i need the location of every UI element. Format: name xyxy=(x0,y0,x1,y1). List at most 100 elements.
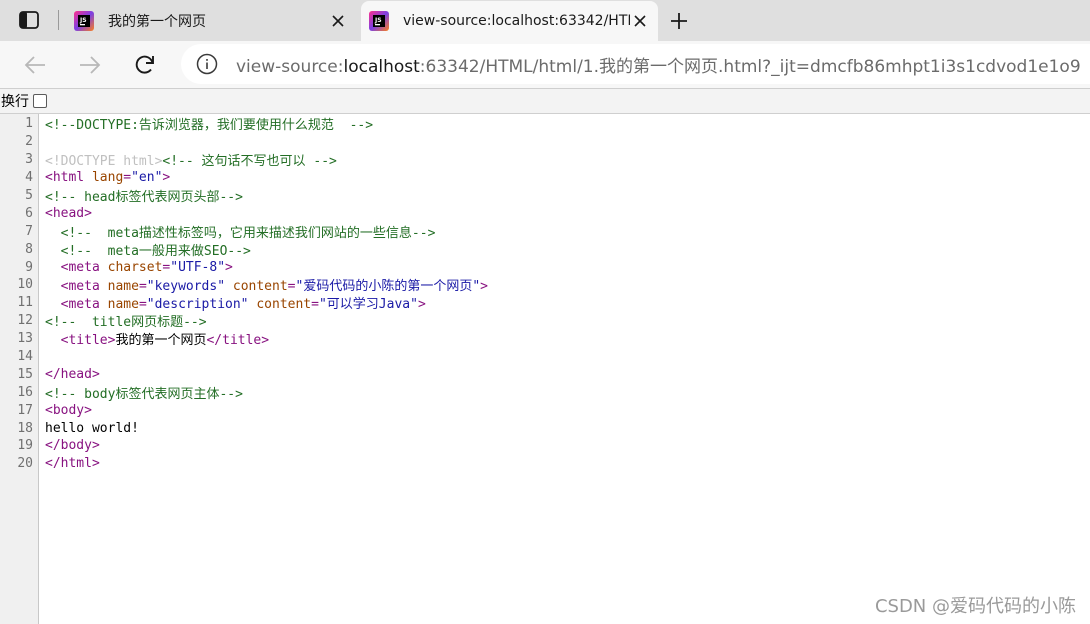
source-line: 8 <!-- meta一般用来做SEO--> xyxy=(0,240,1090,259)
attribute-value: "keywords" xyxy=(146,279,226,295)
back-arrow-icon xyxy=(24,56,45,74)
close-tab-button[interactable] xyxy=(328,11,348,31)
source-line: 10 <meta name="keywords" content="爱码代码的小… xyxy=(0,276,1090,294)
line-number: 15 xyxy=(17,366,33,382)
info-icon[interactable] xyxy=(196,53,218,75)
line-wrap-bar: 换行 xyxy=(0,88,1090,114)
tag: </body> xyxy=(45,438,100,454)
reload-button[interactable] xyxy=(131,51,159,79)
url-path: :63342/HTML/html/1.我的第一个网页.html?_ijt=dmc… xyxy=(419,56,1081,77)
attribute-name: name xyxy=(107,279,139,295)
line-number: 9 xyxy=(25,259,33,275)
source-line: 12 <!-- title网页标题--> xyxy=(0,312,1090,330)
tag: </html> xyxy=(45,456,100,472)
line-number: 5 xyxy=(25,188,33,203)
back-button[interactable] xyxy=(21,51,49,79)
attribute-name: name xyxy=(107,297,139,313)
doctype: <!DOCTYPE html> xyxy=(45,154,163,170)
tag: </title> xyxy=(206,333,270,349)
tag: <head> xyxy=(45,205,92,221)
comment: <!-- meta描述性标签吗，它用来描述我们网站的一些信息--> xyxy=(45,225,436,241)
tab-title: view-source:localhost:63342/HTML xyxy=(403,13,630,29)
source-line: 20 </html> xyxy=(0,455,1090,473)
source-line: 15 </head> xyxy=(0,365,1090,383)
tag: <meta xyxy=(45,259,108,275)
equals: = xyxy=(138,297,147,313)
tag: > xyxy=(225,259,233,275)
tab-inactive[interactable]: JS 我的第一个网页 xyxy=(66,0,356,41)
tag: > xyxy=(417,297,426,313)
line-wrap-label: 换行 xyxy=(1,94,29,110)
tab-separator xyxy=(58,10,59,30)
close-icon xyxy=(634,15,646,27)
equals: = xyxy=(138,279,147,295)
line-number: 19 xyxy=(17,438,33,454)
equals: = xyxy=(287,279,296,295)
source-line: 6 <head> xyxy=(0,204,1090,222)
comment: <!-- meta一般用来做SEO--> xyxy=(45,243,251,259)
comment: <!-- head标签代表网页头部--> xyxy=(45,190,243,206)
line-number: 14 xyxy=(17,349,33,365)
jetbrains-icon: JS xyxy=(74,10,94,31)
source-line: 16 <!-- body标签代表网页主体--> xyxy=(0,383,1090,402)
svg-text:JS: JS xyxy=(79,17,87,24)
tag: <html xyxy=(45,170,92,186)
source-line: 1 <!--DOCTYPE:告诉浏览器，我们要使用什么规范 --> xyxy=(0,115,1090,133)
line-number: 4 xyxy=(25,170,33,186)
line-number: 1 xyxy=(25,116,33,132)
forward-button[interactable] xyxy=(76,51,104,79)
tag: <meta xyxy=(45,297,108,313)
source-line: 11 <meta name="description" content="可以学… xyxy=(0,294,1090,312)
line-number: 10 xyxy=(17,277,33,293)
source-line: 13 <title>我的第一个网页</title> xyxy=(0,330,1090,348)
tag: <body> xyxy=(45,402,92,418)
line-number: 16 xyxy=(17,384,33,400)
source-line: 5 <!-- head标签代表网页头部--> xyxy=(0,187,1090,205)
address-bar[interactable]: view-source:localhost:63342/HTML/html/1.… xyxy=(181,44,1090,84)
source-line: 2 xyxy=(0,133,1090,151)
svg-text:JS: JS xyxy=(374,17,382,24)
attribute-value: "description" xyxy=(146,297,249,313)
source-line: 9 <meta charset="UTF-8"> xyxy=(0,258,1090,276)
tag: <title> xyxy=(45,333,116,349)
new-tab-button[interactable] xyxy=(666,8,692,34)
equals: = xyxy=(311,297,319,313)
tag: <meta xyxy=(45,279,108,295)
url-text[interactable]: view-source:localhost:63342/HTML/html/1.… xyxy=(236,52,1081,77)
tag: > xyxy=(162,170,171,186)
watermark: CSDN @爱码代码的小陈 xyxy=(874,596,1076,617)
attribute-value: "爱码代码的小陈的第一个网页" xyxy=(295,279,481,295)
line-number: 8 xyxy=(25,241,33,257)
plus-icon xyxy=(671,13,687,29)
line-number: 11 xyxy=(17,295,33,311)
line-number: 6 xyxy=(25,205,33,221)
attribute-value: "可以学习Java" xyxy=(318,297,418,313)
line-number: 20 xyxy=(17,456,33,472)
text-content: 我的第一个网页 xyxy=(115,333,207,349)
jetbrains-icon: JS xyxy=(369,11,389,31)
line-wrap-checkbox[interactable] xyxy=(33,94,47,108)
line-number: 3 xyxy=(25,152,33,168)
close-icon xyxy=(332,14,344,27)
tab-actions-button[interactable] xyxy=(14,7,44,33)
line-number: 12 xyxy=(17,313,33,329)
attribute-name: lang xyxy=(91,170,124,186)
tab-title: 我的第一个网页 xyxy=(108,13,206,30)
attribute-name: content xyxy=(248,297,312,313)
tag: > xyxy=(480,279,488,295)
tab-strip: JS 我的第一个网页 JS view-source:localhost:6334… xyxy=(0,0,1090,41)
forward-arrow-icon xyxy=(80,56,101,74)
url-host: localhost xyxy=(343,56,420,77)
attribute-name: charset xyxy=(107,259,163,275)
source-line: 19 </body> xyxy=(0,437,1090,455)
close-tab-button[interactable] xyxy=(630,11,650,31)
source-line: 7 <!-- meta描述性标签吗，它用来描述我们网站的一些信息--> xyxy=(0,222,1090,241)
source-line: 3 <!DOCTYPE html><!-- 这句话不写也可以 --> xyxy=(0,151,1090,169)
tab-active[interactable]: JS view-source:localhost:63342/HTML xyxy=(361,1,658,41)
tab-actions-icon xyxy=(19,11,39,29)
attribute-name: content xyxy=(225,279,288,295)
source-line: 17 <body> xyxy=(0,401,1090,419)
source-line: 14 xyxy=(0,348,1090,366)
comment: <!-- body标签代表网页主体--> xyxy=(45,386,243,402)
source-code: 1 <!--DOCTYPE:告诉浏览器，我们要使用什么规范 --> 2 3 <!DO… xyxy=(0,115,1090,473)
